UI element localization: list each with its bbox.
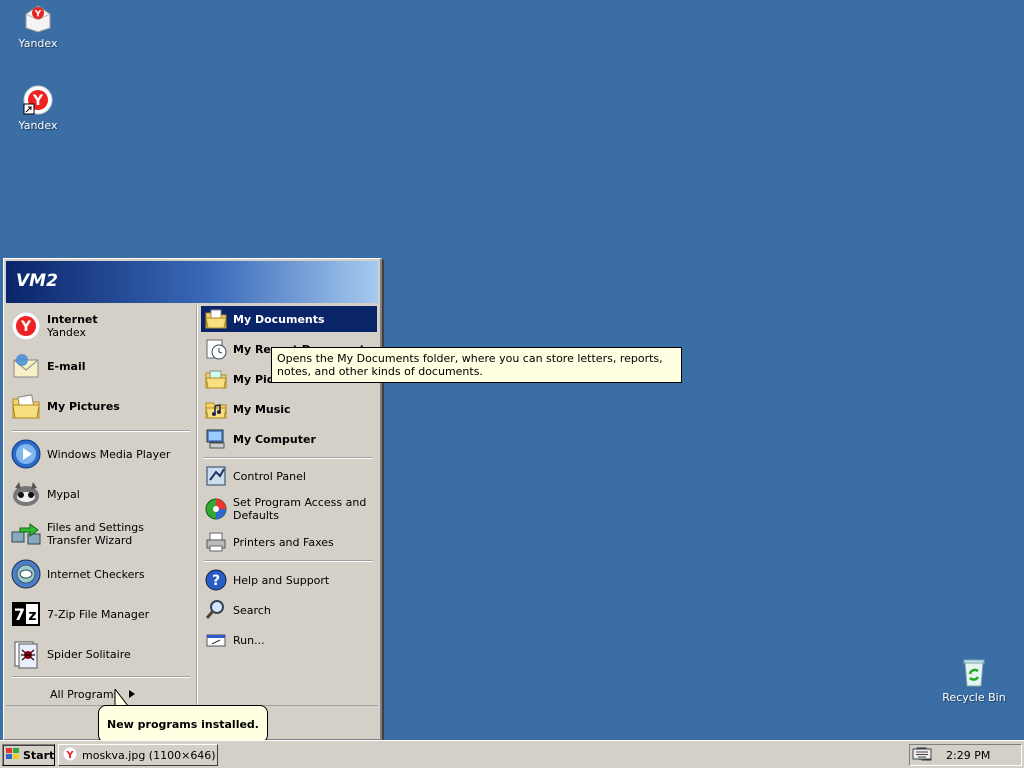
system-item-label: Run...: [233, 633, 265, 647]
start-button[interactable]: Start: [2, 744, 55, 766]
program-label: Internet Checkers: [47, 567, 145, 581]
documents-folder-icon: [204, 307, 228, 331]
all-programs-label: All Programs: [50, 687, 120, 701]
yandex-shortcut-icon: Y: [22, 84, 54, 116]
svg-text:Y: Y: [65, 750, 74, 761]
svg-text:Y: Y: [34, 10, 42, 20]
start-menu: VM2 Y Internet Yandex E-mail My Pictures…: [3, 258, 382, 741]
help-icon: ?: [204, 568, 228, 592]
program-7zip[interactable]: 7 z 7-Zip File Manager: [10, 597, 192, 631]
windows-logo-icon: [6, 747, 20, 763]
desktop-icon-label: Yandex: [18, 37, 58, 50]
search-icon: [204, 598, 228, 622]
notification-balloon[interactable]: New programs installed.: [98, 705, 268, 743]
system-item-label: Help and Support: [233, 573, 330, 587]
svg-text:z: z: [28, 608, 36, 624]
user-name: VM2: [16, 271, 58, 291]
pictures-folder-icon: [204, 367, 228, 391]
pinned-item-email[interactable]: E-mail: [10, 349, 192, 383]
keyboard-icon[interactable]: [912, 746, 932, 762]
printer-icon: [204, 530, 228, 554]
recycle-bin-icon: [958, 656, 990, 688]
checkers-icon: [10, 558, 42, 590]
program-files-settings-transfer[interactable]: Files and Settings Transfer Wizard: [10, 517, 192, 551]
taskbar-button-moskva[interactable]: Y moskva.jpg (1100×646) ...: [58, 744, 218, 766]
settings-item-label: Printers and Faxes: [233, 535, 334, 549]
program-access-icon: [204, 497, 228, 521]
separator: [12, 676, 190, 678]
computer-icon: [204, 427, 228, 451]
tooltip: Opens the My Documents folder, where you…: [271, 347, 682, 383]
pinned-item-my-pictures[interactable]: My Pictures: [10, 389, 192, 423]
settings-item-control-panel[interactable]: Control Panel: [201, 463, 377, 489]
places-item-label: My Music: [233, 402, 291, 416]
places-item-label: My Documents: [233, 312, 325, 326]
system-item-search[interactable]: Search: [201, 597, 377, 623]
program-label: Windows Media Player: [47, 447, 171, 461]
places-item-my-computer[interactable]: My Computer: [201, 426, 377, 452]
settings-item-set-program-access[interactable]: Set Program Access and Defaults: [201, 493, 377, 525]
system-item-run[interactable]: Run...: [201, 627, 377, 653]
settings-item-printers-faxes[interactable]: Printers and Faxes: [201, 529, 377, 555]
pinned-item-title: E-mail: [47, 359, 86, 373]
program-spider-solitaire[interactable]: Spider Solitaire: [10, 637, 192, 671]
mypal-icon: [10, 478, 42, 510]
pinned-item-subtitle: Yandex: [47, 326, 86, 339]
separator: [204, 560, 373, 562]
desktop-icon-label: Yandex: [18, 119, 58, 132]
program-label: 7-Zip File Manager: [47, 607, 150, 621]
svg-text:Y: Y: [20, 319, 32, 335]
svg-text:7: 7: [14, 605, 25, 624]
pinned-item-internet[interactable]: Y Internet Yandex: [10, 309, 192, 343]
7zip-icon: 7 z: [10, 598, 42, 630]
desktop-icon-recycle-bin[interactable]: Recycle Bin: [936, 656, 1012, 704]
all-programs-button[interactable]: All Programs: [10, 683, 192, 705]
yandex-icon: Y: [62, 746, 78, 765]
settings-item-label: Control Panel: [233, 469, 306, 483]
desktop-icon-label: Recycle Bin: [942, 691, 1006, 704]
balloon-text: New programs installed.: [107, 717, 259, 731]
places-item-label: My Computer: [233, 432, 316, 446]
start-menu-header: VM2: [6, 261, 378, 303]
yandex-icon: Y: [10, 310, 42, 342]
run-icon: [204, 628, 228, 652]
pinned-item-title: My Pictures: [47, 399, 120, 413]
program-label: Spider Solitaire: [47, 647, 131, 661]
svg-text:?: ?: [212, 573, 220, 589]
clock[interactable]: 2:29 PM: [946, 749, 990, 762]
start-label: Start: [23, 748, 55, 762]
email-icon: [10, 350, 42, 382]
start-menu-left-pane: Y Internet Yandex E-mail My Pictures Win…: [6, 305, 196, 705]
taskbar-button-label: moskva.jpg (1100×646) ...: [82, 748, 218, 762]
music-folder-icon: [204, 397, 228, 421]
pinned-item-title: Internet: [47, 313, 98, 326]
taskbar: Start Y moskva.jpg (1100×646) ... 2:29 P…: [0, 740, 1024, 768]
separator: [204, 457, 373, 459]
system-item-help-support[interactable]: ? Help and Support: [201, 567, 377, 593]
places-item-my-music[interactable]: My Music: [201, 396, 377, 422]
separator: [12, 430, 190, 432]
system-item-label: Search: [233, 603, 271, 617]
program-windows-media-player[interactable]: Windows Media Player: [10, 437, 192, 471]
desktop-icon-yandex[interactable]: Y Yandex: [0, 2, 76, 50]
settings-item-label: Set Program Access and Defaults: [233, 496, 367, 522]
program-label: Files and Settings Transfer Wizard: [47, 521, 144, 547]
program-label: Mypal: [47, 487, 80, 501]
transfer-wizard-icon: [10, 518, 42, 550]
program-mypal[interactable]: Mypal: [10, 477, 192, 511]
media-player-icon: [10, 438, 42, 470]
desktop-icon-yandex-shortcut[interactable]: Y Yandex: [0, 84, 76, 132]
recent-documents-icon: [204, 337, 228, 361]
yandex-icon: Y: [22, 2, 54, 34]
program-internet-checkers[interactable]: Internet Checkers: [10, 557, 192, 591]
pictures-folder-icon: [10, 390, 42, 422]
control-panel-icon: [204, 464, 228, 488]
places-item-my-documents[interactable]: My Documents: [201, 306, 377, 332]
spider-solitaire-icon: [10, 638, 42, 670]
